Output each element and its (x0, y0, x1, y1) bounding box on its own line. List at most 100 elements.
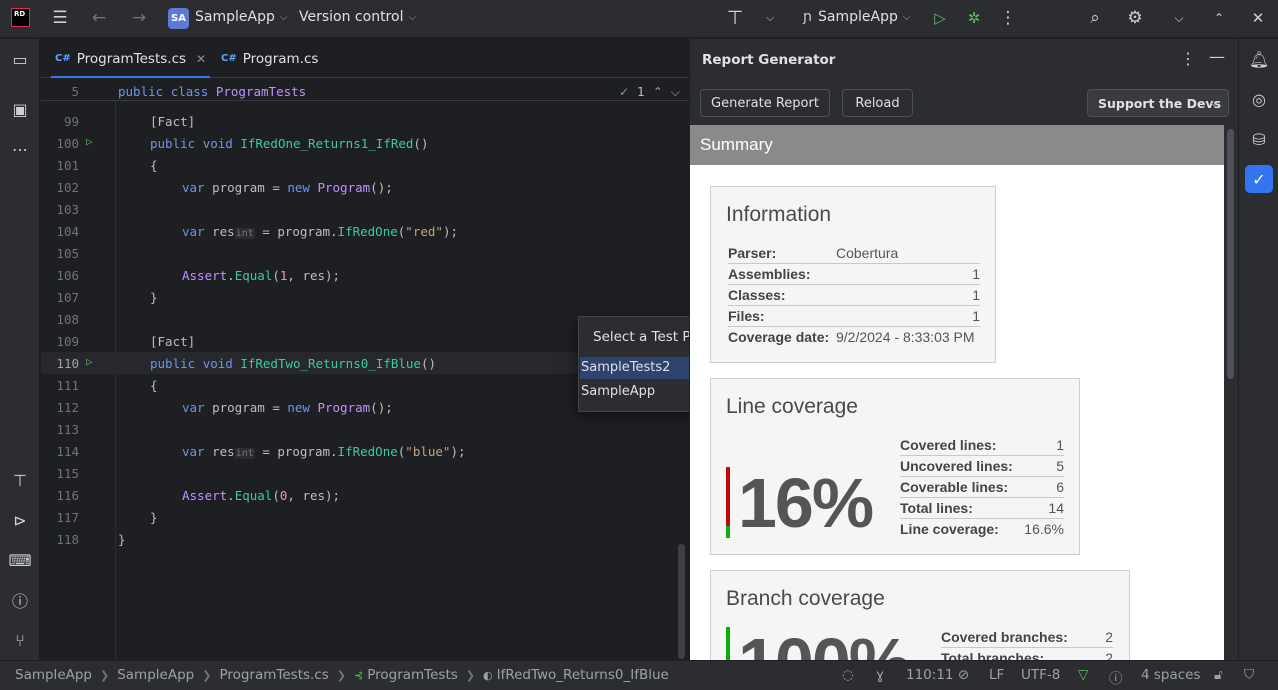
code-line[interactable]: 101 { (41, 154, 689, 176)
database-icon[interactable]: ⛁ (1245, 125, 1273, 153)
coverage-bar-covered (726, 526, 730, 538)
scrollbar-thumb[interactable] (1227, 129, 1234, 379)
project-badge[interactable]: SA (168, 8, 189, 29)
code-text: var program = new Program(); (182, 400, 393, 415)
run-icon[interactable]: ▷ (926, 4, 954, 32)
code-line[interactable]: 104 var resint = program.IfRedOne("red")… (41, 220, 689, 242)
run-config-selector[interactable]: ɲ SampleApp ⌵ (803, 9, 910, 25)
ai-assistant-icon[interactable]: ◎ (1245, 85, 1273, 113)
coverage-row: Coverable lines: 6 (900, 477, 1064, 498)
support-devs-dropdown[interactable]: Support the Devs ⌵ (1087, 89, 1229, 117)
code-line[interactable]: 107 } (41, 286, 689, 308)
notifications-icon[interactable]: 🔔︎ (1245, 45, 1273, 73)
chevron-up-icon[interactable]: ⌃ (653, 85, 663, 100)
report-scrollbar[interactable] (1226, 125, 1235, 660)
gear-icon[interactable]: ⚙ (1121, 4, 1149, 32)
forward-arrow-icon[interactable]: → (125, 4, 153, 32)
indent-setting[interactable]: 4 spaces (1141, 667, 1201, 683)
folder-icon[interactable]: ▭ (6, 45, 34, 73)
code-line[interactable]: 116 Assert.Equal(0, res); (41, 484, 689, 506)
line-number: 103 (56, 202, 79, 217)
code-text: [Fact] (150, 114, 196, 129)
breadcrumb-item[interactable]: ProgramTests.cs (219, 667, 328, 683)
chevron-down-icon[interactable]: ⌵ (671, 85, 680, 100)
inspection-widget[interactable]: ✓ 1 ⌃ ⌵ (619, 85, 680, 100)
cursor-position[interactable]: 110:11 (906, 667, 954, 683)
code-line[interactable]: 118 } (41, 528, 689, 550)
run-panel-icon[interactable]: ⊳ (6, 506, 34, 534)
minimize-icon[interactable]: — (1209, 47, 1225, 66)
file-encoding[interactable]: UTF-8 (1021, 667, 1060, 683)
report-content[interactable]: Summary Information Parser: Cobertura Ass… (690, 125, 1224, 660)
power-save-icon[interactable]: ɣ (876, 667, 884, 683)
vcs-label: Version control (299, 9, 404, 25)
line-number: 108 (56, 312, 79, 327)
breadcrumb-item[interactable]: SampleApp (117, 667, 194, 683)
check-circle-icon[interactable]: ◌ (842, 667, 854, 683)
inspection-off-icon[interactable]: ⊘ (958, 667, 969, 683)
shield-icon[interactable]: ⛉ (1244, 667, 1254, 683)
terminal-icon[interactable]: ⌨ (6, 546, 34, 574)
problems-icon[interactable]: ⓘ (6, 586, 34, 614)
report-generator-icon[interactable]: ✓ (1245, 165, 1273, 193)
debug-icon[interactable]: ✲ (960, 4, 988, 32)
unit-test-icon[interactable]: ⊤ (721, 4, 749, 32)
code-line[interactable]: 99 [Fact] (41, 110, 689, 132)
breadcrumb-item[interactable]: ProgramTests (367, 667, 458, 683)
reload-button[interactable]: Reload (842, 89, 913, 117)
code-line[interactable]: 100 ▷ public void IfRedOne_Returns1_IfRe… (41, 132, 689, 154)
code-line[interactable]: 113 (41, 418, 689, 440)
main-menu-icon[interactable]: ☰ (46, 4, 74, 32)
tab-programtests[interactable]: C# ProgramTests.cs ✕ (51, 39, 211, 78)
chevron-down-icon[interactable]: ⌵ (756, 4, 784, 32)
back-arrow-icon[interactable]: ← (85, 4, 113, 32)
structure-icon[interactable]: ▣ (6, 95, 34, 123)
code-text: } (150, 290, 158, 305)
line-ending[interactable]: LF (989, 667, 1004, 683)
code-line[interactable]: 102 var program = new Program(); (41, 176, 689, 198)
info-row: Coverage date: 9/2/2024 - 8:33:03 PM (728, 329, 975, 345)
vcs-menu[interactable]: Version control ⌵ (299, 9, 416, 25)
chevron-down-icon[interactable]: ⌵ (1165, 4, 1193, 32)
code-text: Assert.Equal(1, res); (182, 268, 341, 283)
unit-test-icon[interactable]: ⊤ (6, 466, 34, 494)
lock-icon[interactable]: 🔓︎ (1214, 667, 1223, 683)
coverage-row: Total branches: 2 (941, 648, 1113, 660)
code-line[interactable]: 106 Assert.Equal(1, res); (41, 264, 689, 286)
line-number: 5 (71, 84, 79, 99)
code-text: var resint = program.IfRedOne("blue"); (182, 444, 466, 459)
breadcrumb-item[interactable]: IfRedTwo_Returns0_IfBlue (497, 667, 669, 683)
report-generator-panel: Report Generator ⋮ — Generate Report Rel… (689, 39, 1238, 660)
run-test-icon[interactable]: ▷ (86, 135, 93, 148)
more-icon[interactable]: ⋯ (6, 135, 34, 163)
code-line[interactable]: 105 (41, 242, 689, 264)
warning-icon[interactable]: ⓘ (1109, 667, 1123, 687)
code-text: Assert.Equal(0, res); (182, 488, 341, 503)
rider-logo[interactable]: RD (11, 8, 30, 27)
code-line[interactable]: 115 (41, 462, 689, 484)
generate-report-button[interactable]: Generate Report (700, 89, 830, 117)
code-text: } (118, 532, 126, 547)
code-line[interactable]: 114 var resint = program.IfRedOne("blue"… (41, 440, 689, 462)
breadcrumb-item[interactable]: SampleApp (15, 667, 92, 683)
editor-tabs: C# ProgramTests.cs ✕ C# Program.cs (41, 39, 689, 78)
vcs-status-icon[interactable]: ▽ (1078, 667, 1088, 683)
search-icon[interactable]: ⌕ (1081, 4, 1109, 32)
close-icon[interactable]: ✕ (196, 52, 206, 66)
sticky-header[interactable]: 5 public class ProgramTests (41, 79, 689, 101)
more-options-icon[interactable]: ⋮ (1180, 49, 1196, 68)
close-icon[interactable]: ✕ (1244, 4, 1272, 32)
code-line[interactable]: 103 (41, 198, 689, 220)
type-hint: int (234, 448, 255, 459)
tab-program[interactable]: C# Program.cs (221, 39, 318, 78)
branch-coverage-card: Branch coverage 100% Covered branches:2 … (710, 570, 1130, 660)
chevron-up-icon[interactable]: ⌃ (1205, 4, 1233, 32)
editor-scrollbar[interactable] (678, 544, 685, 659)
code-line[interactable]: 117 } (41, 506, 689, 528)
code-text: { (150, 158, 158, 173)
more-actions-icon[interactable]: ⋮ (994, 4, 1022, 32)
code-text: var program = new Program(); (182, 180, 393, 195)
run-test-icon[interactable]: ▷ (86, 355, 93, 368)
project-selector[interactable]: SampleApp ⌵ (195, 9, 287, 25)
git-icon[interactable]: ⑂ (6, 626, 34, 654)
